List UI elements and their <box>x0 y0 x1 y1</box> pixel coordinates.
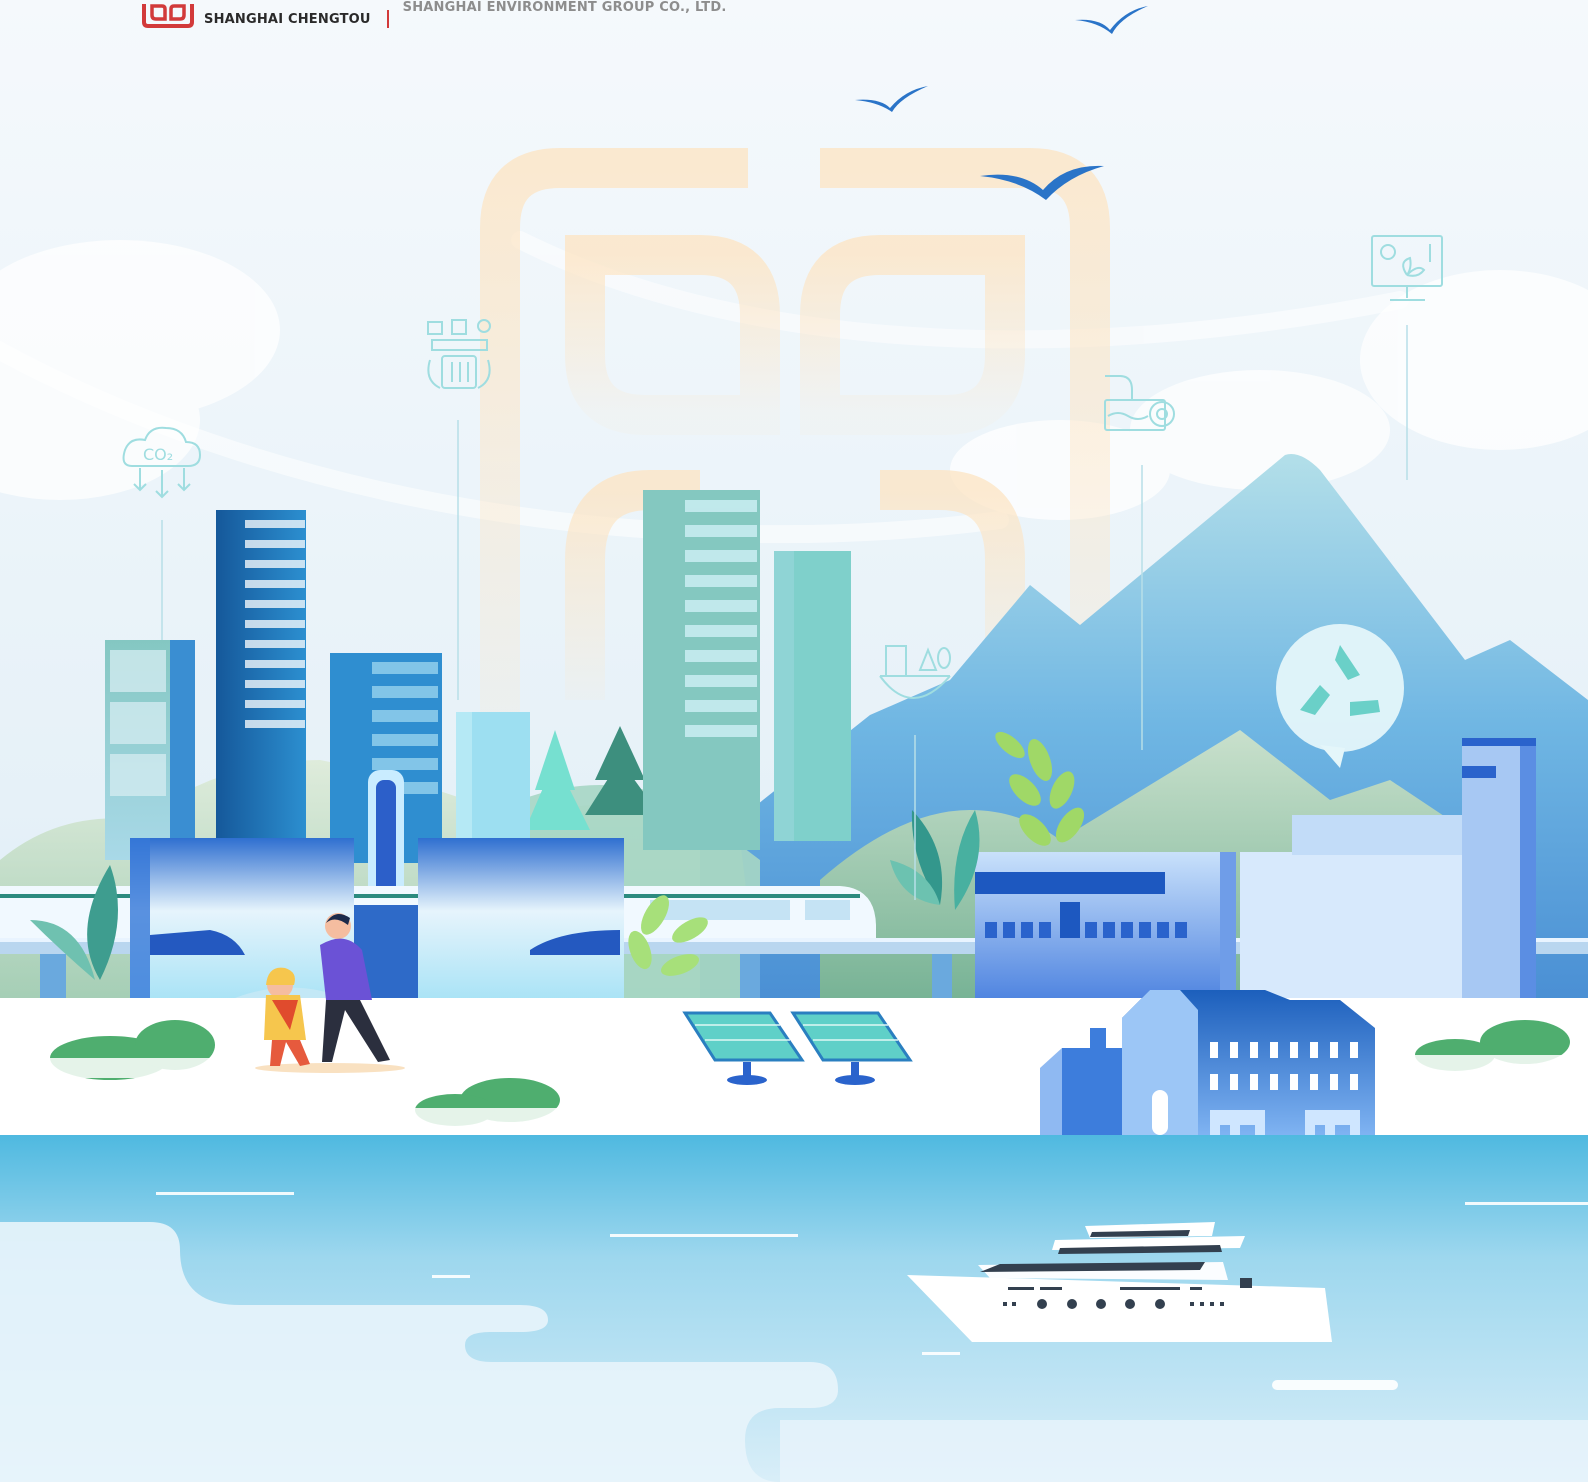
illustration-scene: CO₂ <box>0 0 1588 1482</box>
shanghai-chengtou-logo <box>142 4 194 28</box>
svg-text:CO₂: CO₂ <box>143 445 173 464</box>
company-name: SHANGHAI ENVIRONMENT GROUP CO., LTD. <box>402 0 727 15</box>
header: SHANGHAI CHENGTOU SHANGHAI ENVIRONMENT G… <box>140 0 726 28</box>
brand-name: SHANGHAI CHENGTOU <box>204 12 371 27</box>
header-divider <box>386 10 389 28</box>
